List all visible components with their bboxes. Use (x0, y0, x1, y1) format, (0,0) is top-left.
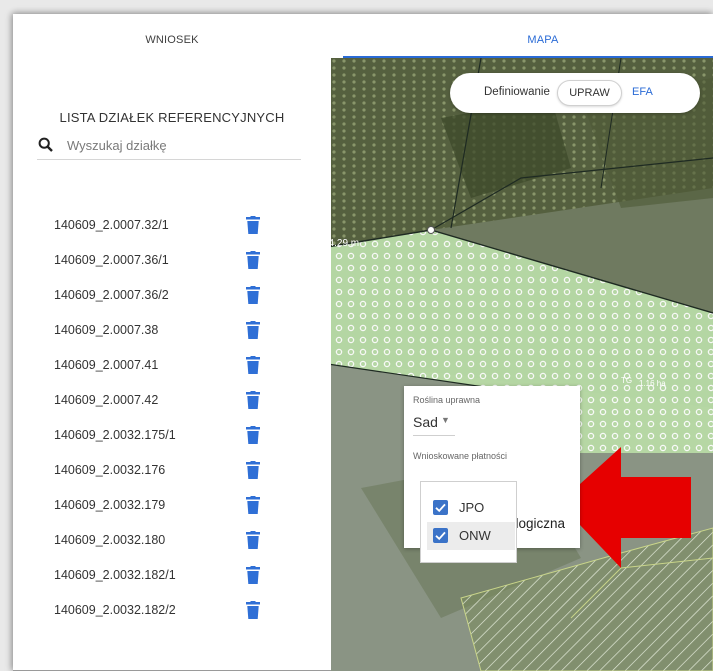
list-item[interactable]: 140609_2.0007.36/1 (13, 249, 331, 273)
checkbox-checked-icon[interactable] (433, 528, 448, 543)
plot-id: 140609_2.0032.175/1 (54, 428, 176, 442)
plot-id: 140609_2.0032.182/1 (54, 568, 176, 582)
plot-id: 140609_2.0032.179 (54, 498, 166, 512)
trash-icon[interactable] (246, 601, 260, 619)
panel-title: LISTA DZIAŁEK REFERENCYJNYCH (59, 110, 285, 125)
plot-id: 140609_2.0007.36/1 (54, 253, 169, 267)
plot-id: 140609_2.0007.42 (54, 393, 159, 407)
trash-icon[interactable] (246, 461, 260, 479)
list-item[interactable]: 140609_2.0032.175/1 (13, 424, 331, 448)
tab-bar: WNIOSEK MAPA (13, 14, 713, 58)
list-item[interactable]: 140609_2.0032.180 (13, 529, 331, 553)
plot-id: 140609_2.0032.180 (54, 533, 166, 547)
caret-down-icon: ▼ (441, 415, 450, 425)
trash-icon[interactable] (246, 251, 260, 269)
search-icon (38, 137, 53, 152)
list-item[interactable]: 140609_2.0007.32/1 (13, 214, 331, 238)
tab-wniosek[interactable]: WNIOSEK (13, 14, 331, 58)
map-canvas[interactable] (321, 58, 713, 671)
trash-icon[interactable] (246, 321, 260, 339)
parcel-label-code: TG (621, 376, 633, 385)
crop-select[interactable]: Sad ▼ (413, 412, 455, 436)
list-item[interactable]: 140609_2.0032.176 (13, 459, 331, 483)
list-item[interactable]: 140609_2.0007.41 (13, 354, 331, 378)
payment-option-label: JPO (459, 500, 485, 515)
trash-icon[interactable] (246, 391, 260, 409)
list-item[interactable]: 140609_2.0032.182/1 (13, 564, 331, 588)
list-item[interactable]: 140609_2.0007.36/2 (13, 284, 331, 308)
search-input[interactable] (67, 134, 297, 156)
active-tab-indicator (343, 56, 713, 58)
map-view[interactable]: 54.29 m TG 1.16 ha (321, 58, 713, 671)
trash-icon[interactable] (246, 496, 260, 514)
list-item[interactable]: 140609_2.0032.179 (13, 494, 331, 518)
crop-select-value: Sad (413, 414, 438, 430)
reference-plots-panel: LISTA DZIAŁEK REFERENCYJNYCH 140609_2.00… (13, 58, 331, 671)
payment-option-label: ONW (459, 528, 491, 543)
plot-id: 140609_2.0007.36/2 (54, 288, 169, 302)
trash-icon[interactable] (246, 356, 260, 374)
plot-search (37, 134, 301, 160)
list-item[interactable]: 140609_2.0032.182/2 (13, 599, 331, 623)
plot-id: 140609_2.0007.41 (54, 358, 159, 372)
trash-icon[interactable] (246, 216, 260, 234)
tab-mapa[interactable]: MAPA (343, 14, 713, 58)
payments-dropdown: JPO ONW (420, 481, 517, 563)
definition-mode-toggle: Definiowanie UPRAW EFA (450, 73, 700, 113)
plot-id: 140609_2.0007.32/1 (54, 218, 169, 232)
plot-id: 140609_2.0032.176 (54, 463, 166, 477)
toggle-efa-button[interactable]: EFA (632, 86, 653, 98)
payment-option-onw[interactable]: ONW (427, 522, 515, 550)
crop-label: Roślina uprawna (413, 395, 481, 405)
plot-id: 140609_2.0032.182/2 (54, 603, 176, 617)
list-item[interactable]: 140609_2.0007.38 (13, 319, 331, 343)
plot-id: 140609_2.0007.38 (54, 323, 159, 337)
app-window: WNIOSEK MAPA 54.29 m TG 1.16 ha Definiow… (13, 14, 713, 671)
toggle-label: Definiowanie (484, 86, 550, 98)
toggle-upraw-button[interactable]: UPRAW (557, 80, 622, 106)
list-item[interactable]: 140609_2.0007.42 (13, 389, 331, 413)
payment-option-jpo[interactable]: JPO (427, 494, 515, 522)
parcel-label-area: 1.16 ha (639, 379, 666, 388)
checkbox-checked-icon[interactable] (433, 500, 448, 515)
trash-icon[interactable] (246, 566, 260, 584)
trash-icon[interactable] (246, 426, 260, 444)
trash-icon[interactable] (246, 531, 260, 549)
payments-label: Wnioskowane płatności (413, 451, 508, 461)
trash-icon[interactable] (246, 286, 260, 304)
